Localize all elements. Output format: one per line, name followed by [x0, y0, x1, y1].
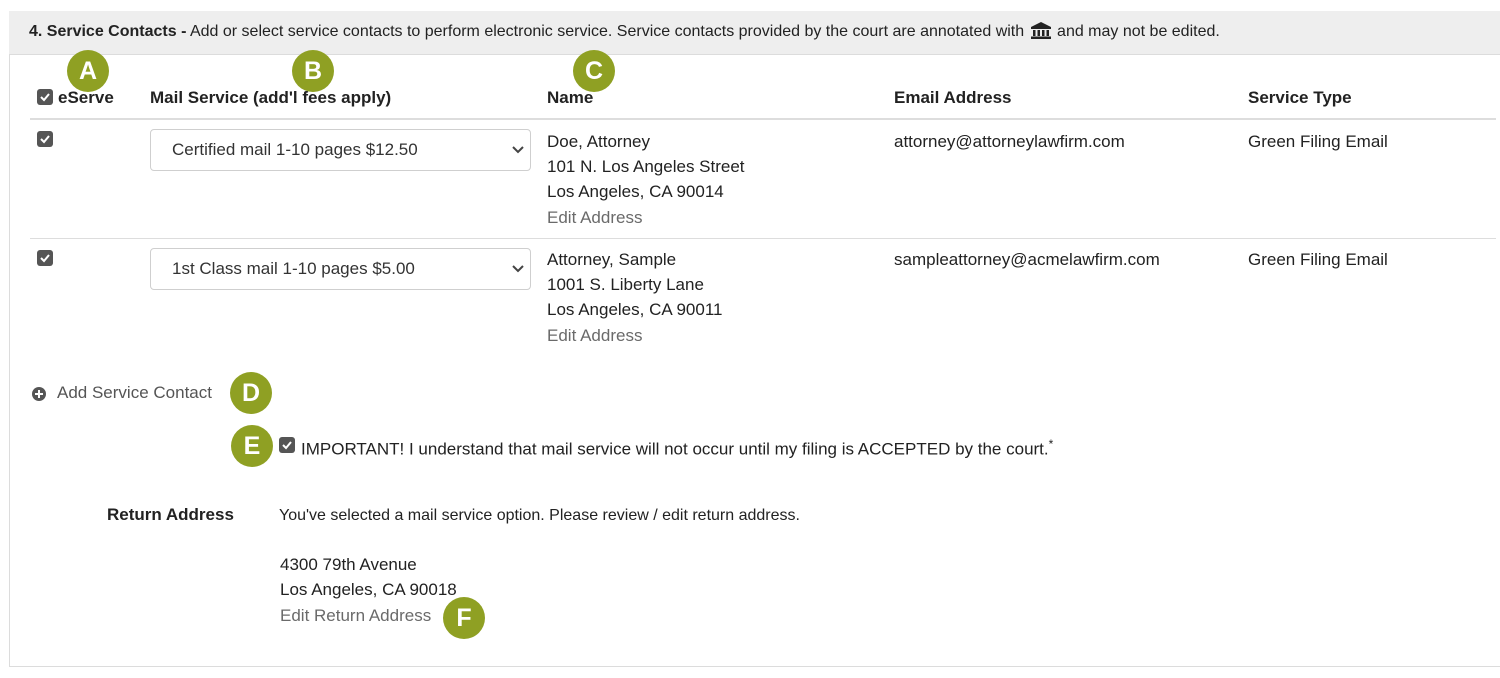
bank-icon — [1030, 14, 1051, 56]
mail-service-value: Certified mail 1-10 pages $12.50 — [172, 140, 418, 159]
section-description: Add or select service contacts to perfor… — [186, 23, 1029, 40]
plus-circle-icon — [32, 387, 46, 401]
edit-return-address-link[interactable]: Edit Return Address — [280, 603, 431, 628]
callout-badge-e: E — [231, 425, 273, 467]
contact-name: Doe, Attorney — [547, 132, 651, 151]
service-type-column-header: Service Type — [1248, 88, 1352, 107]
return-address-line2: Los Angeles, CA 90018 — [280, 580, 457, 599]
contact-service-type: Green Filing Email — [1248, 132, 1388, 151]
chevron-down-icon — [512, 146, 524, 154]
contact-address-line2: Los Angeles, CA 90011 — [547, 300, 723, 319]
callout-badge-b: B — [292, 50, 334, 92]
contact-address-line1: 1001 S. Liberty Lane — [547, 275, 704, 294]
chevron-down-icon — [512, 265, 524, 273]
important-text: IMPORTANT! I understand that mail servic… — [301, 439, 1049, 459]
important-acknowledge-text: IMPORTANT! I understand that mail servic… — [301, 432, 1053, 462]
email-column-header: Email Address — [894, 88, 1012, 107]
mail-service-column-header: Mail Service (add'l fees apply) — [150, 88, 392, 107]
contact-service-type: Green Filing Email — [1248, 250, 1388, 269]
callout-badge-f: F — [443, 597, 485, 639]
callout-badge-c: C — [573, 50, 615, 92]
contact-email: attorney@attorneylawfirm.com — [894, 132, 1125, 151]
contact-address-line1: 101 N. Los Angeles Street — [547, 157, 745, 176]
edit-address-link[interactable]: Edit Address — [547, 323, 642, 348]
eserve-checkbox[interactable] — [37, 131, 53, 147]
important-acknowledge-checkbox[interactable] — [279, 437, 295, 453]
contact-name: Attorney, Sample — [547, 250, 677, 269]
section-description-end: and may not be edited. — [1052, 23, 1220, 40]
name-column-header: Name — [547, 88, 594, 107]
mail-service-value: 1st Class mail 1-10 pages $5.00 — [172, 259, 415, 278]
return-address-label: Return Address — [107, 505, 234, 524]
return-address-line1: 4300 79th Avenue — [280, 555, 417, 574]
mail-service-select[interactable]: 1st Class mail 1-10 pages $5.00 — [150, 248, 531, 290]
contact-address-line2: Los Angeles, CA 90014 — [547, 182, 724, 201]
callout-badge-a: A — [67, 50, 109, 92]
section-header: 4. Service Contacts - Add or select serv… — [9, 11, 1500, 55]
contact-email: sampleattorney@acmelawfirm.com — [894, 250, 1160, 269]
required-mark: * — [1048, 437, 1054, 451]
section-title: 4. Service Contacts - — [29, 23, 187, 40]
callout-badge-d: D — [230, 372, 272, 414]
edit-address-link[interactable]: Edit Address — [547, 205, 642, 230]
return-address-note: You've selected a mail service option. P… — [279, 507, 800, 524]
mail-service-select[interactable]: Certified mail 1-10 pages $12.50 — [150, 129, 531, 171]
header-divider — [30, 118, 1496, 120]
eserve-checkbox[interactable] — [37, 250, 53, 266]
eserve-select-all-checkbox[interactable] — [37, 89, 53, 105]
row-divider — [30, 238, 1496, 239]
add-service-contact-label: Add Service Contact — [57, 383, 212, 402]
service-contacts-panel — [9, 11, 1500, 667]
